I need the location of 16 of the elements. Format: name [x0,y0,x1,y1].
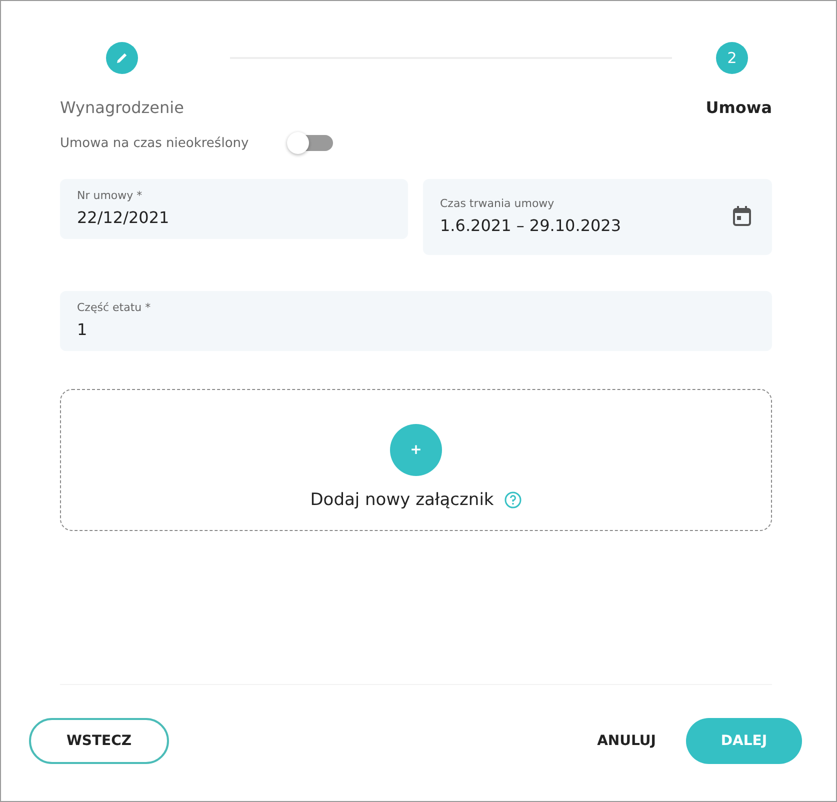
input-field[interactable]: Nr umowy * 22/12/2021 [60,179,408,239]
toggle-label: Umowa na czas nieokreślony [60,136,249,150]
upload-dropzone[interactable]: + Dodaj nowy załącznik [60,389,772,531]
field-value: 1.6.2021 – 29.10.2023 [440,216,622,235]
field-label: Czas trwania umowy [440,197,556,210]
field-value: 22/12/2021 [77,208,170,227]
field-label: Nr umowy * [77,189,144,202]
field-value: 1 [77,320,88,339]
step-label[interactable]: Wynagrodzenie [60,98,184,117]
step-label[interactable]: Umowa [706,98,772,117]
upload-label: Dodaj nowy załącznik [310,490,494,510]
input-field[interactable]: Czas trwania umowy 1.6.2021 – 29.10.2023 [423,179,772,255]
cancel-button[interactable]: ANULUJ [597,733,656,749]
back-button[interactable]: WSTECZ [29,718,169,764]
field-label: Część etatu * [77,301,151,314]
input-field[interactable]: Część etatu * 1 [60,291,772,351]
